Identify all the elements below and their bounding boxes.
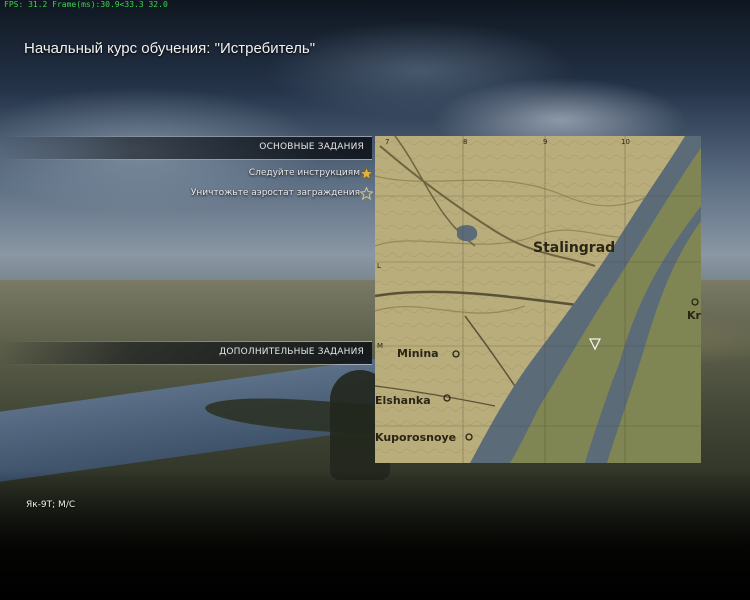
- grid-row-label: L: [377, 262, 381, 270]
- extra-divider-bottom: [0, 364, 372, 365]
- task-follow-instructions: Следуйте инструкциям: [248, 168, 360, 178]
- mission-map[interactable]: 7 8 9 10 L M Stalingrad Minina Elshanka …: [375, 136, 701, 463]
- map-graphic: 7 8 9 10 L M Stalingrad Minina Elshanka …: [375, 136, 701, 463]
- extra-objectives-header: ДОПОЛНИТЕЛЬНЫЕ ЗАДАНИЯ: [0, 342, 372, 364]
- objectives-divider-bottom: [0, 159, 372, 160]
- extra-objectives-label: ДОПОЛНИТЕЛЬНЫЕ ЗАДАНИЯ: [219, 347, 364, 357]
- mission-title: Начальный курс обучения: "Истребитель": [24, 40, 316, 57]
- place-label-stalingrad: Stalingrad: [533, 240, 615, 256]
- main-objectives-header: ОСНОВНЫЕ ЗАДАНИЯ: [0, 137, 372, 159]
- pending-star-icon: [360, 187, 373, 200]
- grid-col-label: 10: [621, 138, 630, 146]
- grid-col-label: 8: [463, 138, 467, 146]
- place-label-kr: Kr: [687, 309, 701, 322]
- place-label-kuporosnoye: Kuporosnoye: [375, 431, 456, 444]
- bottom-vignette: [0, 470, 750, 600]
- grid-col-label: 9: [543, 138, 547, 146]
- place-label-elshanka: Elshanka: [375, 394, 431, 407]
- aircraft-label: Як-9Т; М/С: [26, 500, 76, 510]
- grid-col-label: 7: [385, 138, 389, 146]
- place-label-minina: Minina: [397, 347, 439, 360]
- map-lake: [457, 225, 478, 242]
- fps-counter: FPS: 31.2 Frame(ms):30.9<33.3 32.0: [4, 0, 168, 9]
- completed-star-icon: [360, 167, 373, 180]
- grid-row-label: M: [377, 342, 383, 350]
- task-destroy-balloon: Уничтожьте аэростат заграждения: [190, 188, 360, 198]
- main-objectives-label: ОСНОВНЫЕ ЗАДАНИЯ: [259, 142, 364, 152]
